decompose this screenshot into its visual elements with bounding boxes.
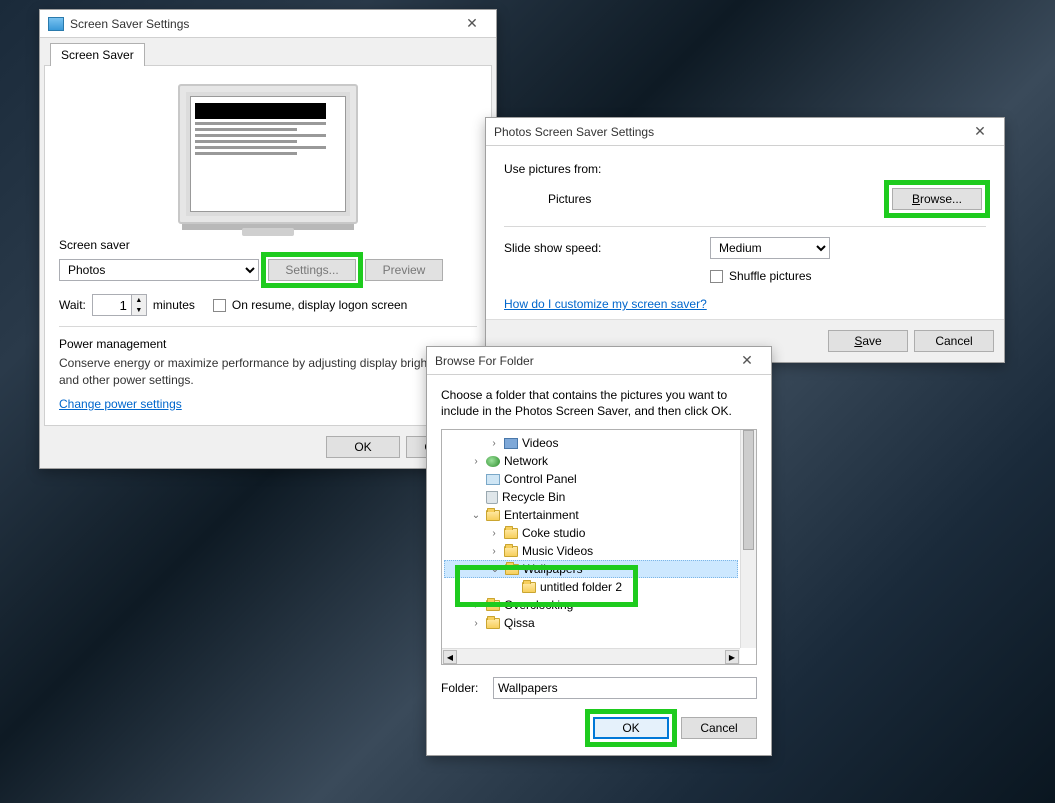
settings-button[interactable]: Settings...: [268, 259, 356, 281]
tree-item-untitled-folder-2[interactable]: untitled folder 2: [444, 578, 738, 596]
screen-saver-group-label: Screen saver: [59, 238, 477, 252]
tab-screen-saver[interactable]: Screen Saver: [50, 43, 145, 66]
shuffle-checkbox[interactable]: [710, 270, 723, 283]
tree-item-label: Control Panel: [504, 472, 577, 486]
window-title: Browse For Folder: [435, 354, 729, 368]
expand-icon[interactable]: ›: [488, 438, 500, 449]
tree-item-label: Coke studio: [522, 526, 585, 540]
browse-button[interactable]: Browse...: [892, 188, 982, 210]
on-resume-label: On resume, display logon screen: [232, 298, 407, 312]
titlebar[interactable]: Browse For Folder ✕: [427, 347, 771, 375]
close-icon[interactable]: ✕: [729, 351, 765, 371]
on-resume-checkbox[interactable]: [213, 299, 226, 312]
slide-show-speed-label: Slide show speed:: [504, 241, 704, 255]
window-title: Screen Saver Settings: [70, 17, 454, 31]
tree-item-wallpapers[interactable]: ⌄ Wallpapers: [444, 560, 738, 578]
expand-icon[interactable]: ›: [470, 618, 482, 629]
power-management-header: Power management: [59, 337, 477, 351]
tree-item-videos[interactable]: › Videos: [444, 434, 738, 452]
cancel-button[interactable]: Cancel: [914, 330, 994, 352]
folder-tree[interactable]: › Videos › Network Control Panel Recycle Bin ⌄…: [441, 429, 757, 665]
wait-spinner[interactable]: ▲▼: [92, 294, 147, 316]
tree-item-label: Recycle Bin: [502, 490, 565, 504]
monitor-icon: [48, 17, 64, 31]
spin-down-icon[interactable]: ▼: [132, 305, 146, 315]
window-title: Photos Screen Saver Settings: [494, 125, 962, 139]
browse-instructions: Choose a folder that contains the pictur…: [441, 387, 757, 419]
wait-units: minutes: [153, 298, 195, 312]
tree-item-label: Music Videos: [522, 544, 593, 558]
close-icon[interactable]: ✕: [454, 14, 490, 34]
screensaver-select[interactable]: Photos: [59, 259, 259, 281]
wait-label: Wait:: [59, 298, 86, 312]
scrollbar-vertical[interactable]: [740, 430, 756, 648]
shuffle-label: Shuffle pictures: [729, 269, 812, 283]
tree-item-entertainment[interactable]: ⌄ Entertainment: [444, 506, 738, 524]
titlebar[interactable]: Screen Saver Settings ✕: [40, 10, 496, 38]
expand-icon[interactable]: ›: [488, 546, 500, 557]
expand-icon[interactable]: ⌄: [470, 510, 482, 521]
expand-icon[interactable]: ›: [488, 528, 500, 539]
spin-up-icon[interactable]: ▲: [132, 295, 146, 305]
tree-item-label: Qissa: [504, 616, 535, 630]
expand-icon[interactable]: ⌄: [489, 564, 501, 575]
photos-screen-saver-settings-window: Photos Screen Saver Settings ✕ Use pictu…: [485, 117, 1005, 363]
help-link[interactable]: How do I customize my screen saver?: [504, 297, 707, 311]
scroll-right-icon[interactable]: ▶: [725, 650, 739, 664]
expand-icon[interactable]: ›: [470, 600, 482, 611]
folder-field-label: Folder:: [441, 681, 487, 695]
titlebar[interactable]: Photos Screen Saver Settings ✕: [486, 118, 1004, 146]
tree-item-network[interactable]: › Network: [444, 452, 738, 470]
browse-for-folder-window: Browse For Folder ✕ Choose a folder that…: [426, 346, 772, 756]
folder-input[interactable]: [493, 677, 757, 699]
tree-item-label: Wallpapers: [523, 562, 583, 576]
power-management-text: Conserve energy or maximize performance …: [59, 355, 477, 389]
change-power-settings-link[interactable]: Change power settings: [59, 397, 182, 411]
scroll-left-icon[interactable]: ◀: [443, 650, 457, 664]
wait-input[interactable]: [92, 294, 132, 316]
expand-icon[interactable]: ›: [470, 456, 482, 467]
tree-item-music-videos[interactable]: › Music Videos: [444, 542, 738, 560]
preview-button[interactable]: Preview: [365, 259, 443, 281]
speed-select[interactable]: Medium: [710, 237, 830, 259]
tree-item-label: Videos: [522, 436, 558, 450]
save-button[interactable]: Save: [828, 330, 908, 352]
tree-item-label: Network: [504, 454, 548, 468]
tree-item-control-panel[interactable]: Control Panel: [444, 470, 738, 488]
cancel-button[interactable]: Cancel: [681, 717, 757, 739]
tree-item-overclocking[interactable]: › Overclocking: [444, 596, 738, 614]
tree-item-qissa[interactable]: › Qissa: [444, 614, 738, 632]
close-icon[interactable]: ✕: [962, 122, 998, 142]
ok-button[interactable]: OK: [326, 436, 400, 458]
pictures-folder-label: Pictures: [548, 192, 882, 206]
tree-item-coke-studio[interactable]: › Coke studio: [444, 524, 738, 542]
tree-item-recycle-bin[interactable]: Recycle Bin: [444, 488, 738, 506]
tree-item-label: Overclocking: [504, 598, 573, 612]
scrollbar-horizontal[interactable]: ◀ ▶: [442, 648, 740, 664]
ok-button[interactable]: OK: [593, 717, 669, 739]
preview-monitor: [178, 84, 358, 224]
tree-item-label: untitled folder 2: [540, 580, 622, 594]
tree-item-label: Entertainment: [504, 508, 579, 522]
use-pictures-label: Use pictures from:: [504, 162, 986, 176]
